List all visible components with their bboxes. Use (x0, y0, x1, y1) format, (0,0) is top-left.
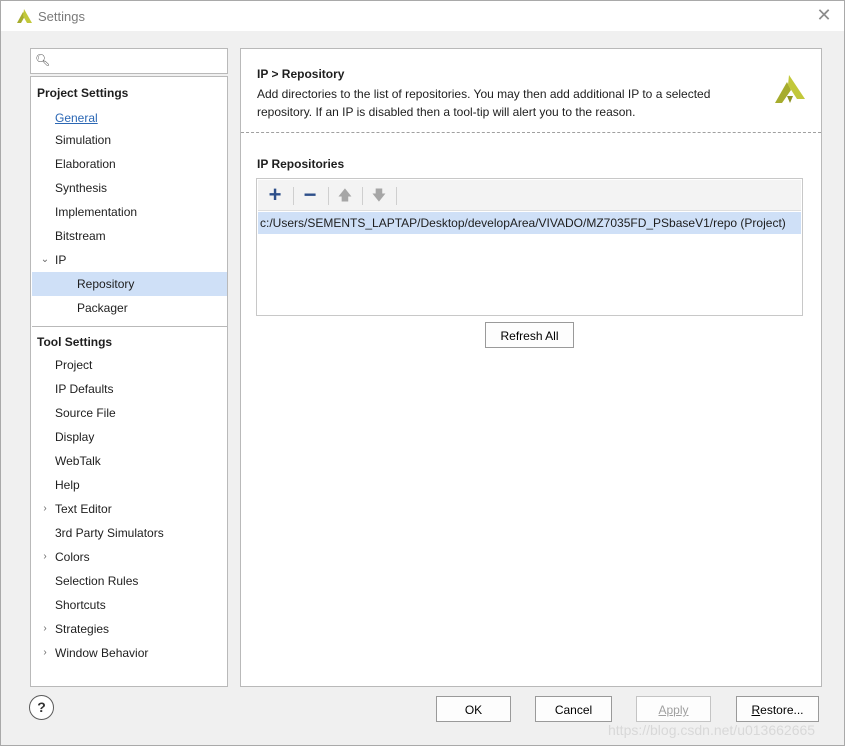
section-project-settings: Project Settings (37, 86, 129, 100)
settings-search[interactable]: 🔍︎ (30, 48, 228, 74)
toolbar-separator (396, 187, 397, 205)
nav-item-strategies[interactable]: Strategies (55, 618, 109, 640)
section-tool-settings: Tool Settings (37, 335, 113, 349)
ok-button[interactable]: OK (436, 696, 511, 722)
search-input[interactable] (53, 51, 223, 71)
window-title: Settings (38, 9, 85, 24)
nav-item-text-editor[interactable]: Text Editor (55, 498, 112, 520)
move-up-icon[interactable]: 🡅 (333, 184, 357, 206)
header-divider (241, 132, 821, 133)
restore-button[interactable]: Restore... (736, 696, 819, 722)
vivado-logo-icon (17, 9, 32, 23)
nav-item-synthesis[interactable]: Synthesis (55, 177, 107, 199)
nav-item-window-behavior[interactable]: Window Behavior (55, 642, 148, 664)
nav-item-source-file[interactable]: Source File (55, 402, 116, 424)
chevron-down-icon[interactable]: ⌄ (39, 249, 51, 271)
toolbar-separator (328, 187, 329, 205)
nav-item-help[interactable]: Help (55, 474, 80, 496)
nav-item-implementation[interactable]: Implementation (55, 201, 137, 223)
nav-item-ip[interactable]: IP (55, 249, 66, 271)
close-icon[interactable]: ✕ (814, 5, 834, 25)
ip-repositories-list: + − 🡅 🡇 c:/Users/SEMENTS_LAPTAP/Desktop/… (256, 178, 803, 316)
nav-item-webtalk[interactable]: WebTalk (55, 450, 101, 472)
search-icon: 🔍︎ (35, 53, 51, 67)
toolbar-separator (362, 187, 363, 205)
nav-item-display[interactable]: Display (55, 426, 94, 448)
restore-label-rest: estore... (760, 703, 804, 717)
remove-icon[interactable]: − (298, 184, 322, 206)
watermark: https://blog.csdn.net/u013662665 (608, 722, 816, 738)
nav-item-bitstream[interactable]: Bitstream (55, 225, 106, 247)
toolbar-separator (293, 187, 294, 205)
repositories-toolbar: + − 🡅 🡇 (258, 180, 801, 211)
page-description: Add directories to the list of repositor… (257, 87, 711, 119)
chevron-right-icon[interactable]: › (39, 642, 51, 664)
nav-item-general[interactable]: General (55, 107, 98, 129)
chevron-right-icon[interactable]: › (39, 618, 51, 640)
nav-item-packager[interactable]: Packager (77, 297, 128, 319)
nav-item-colors[interactable]: Colors (55, 546, 90, 568)
nav-item-simulation[interactable]: Simulation (55, 129, 111, 151)
nav-item-selection-rules[interactable]: Selection Rules (55, 570, 138, 592)
repository-row[interactable]: c:/Users/SEMENTS_LAPTAP/Desktop/developA… (258, 212, 801, 234)
chevron-right-icon[interactable]: › (39, 498, 51, 520)
add-icon[interactable]: + (263, 184, 287, 206)
settings-nav-tree: Project Settings General Simulation Elab… (30, 76, 228, 687)
section-divider (32, 326, 227, 327)
title-bar: Settings ✕ (1, 1, 844, 31)
nav-item-repository[interactable]: Repository (77, 273, 134, 295)
page-title: IP > Repository (257, 67, 345, 81)
vivado-logo-icon (775, 75, 805, 103)
cancel-button[interactable]: Cancel (535, 696, 612, 722)
help-icon[interactable]: ? (29, 695, 54, 720)
nav-item-3rd-party-simulators[interactable]: 3rd Party Simulators (55, 522, 164, 544)
settings-dialog: Settings ✕ 🔍︎ Project Settings General S… (0, 0, 845, 746)
apply-button[interactable]: Apply (636, 696, 711, 722)
refresh-all-button[interactable]: Refresh All (485, 322, 574, 348)
ip-repositories-title: IP Repositories (257, 157, 345, 171)
move-down-icon[interactable]: 🡇 (367, 184, 391, 206)
restore-mnemonic: R (751, 703, 761, 717)
nav-item-elaboration[interactable]: Elaboration (55, 153, 116, 175)
nav-item-ip-defaults[interactable]: IP Defaults (55, 378, 113, 400)
nav-item-shortcuts[interactable]: Shortcuts (55, 594, 106, 616)
repository-panel: IP > Repository Add directories to the l… (240, 48, 822, 687)
nav-item-project[interactable]: Project (55, 354, 92, 376)
chevron-right-icon[interactable]: › (39, 546, 51, 568)
